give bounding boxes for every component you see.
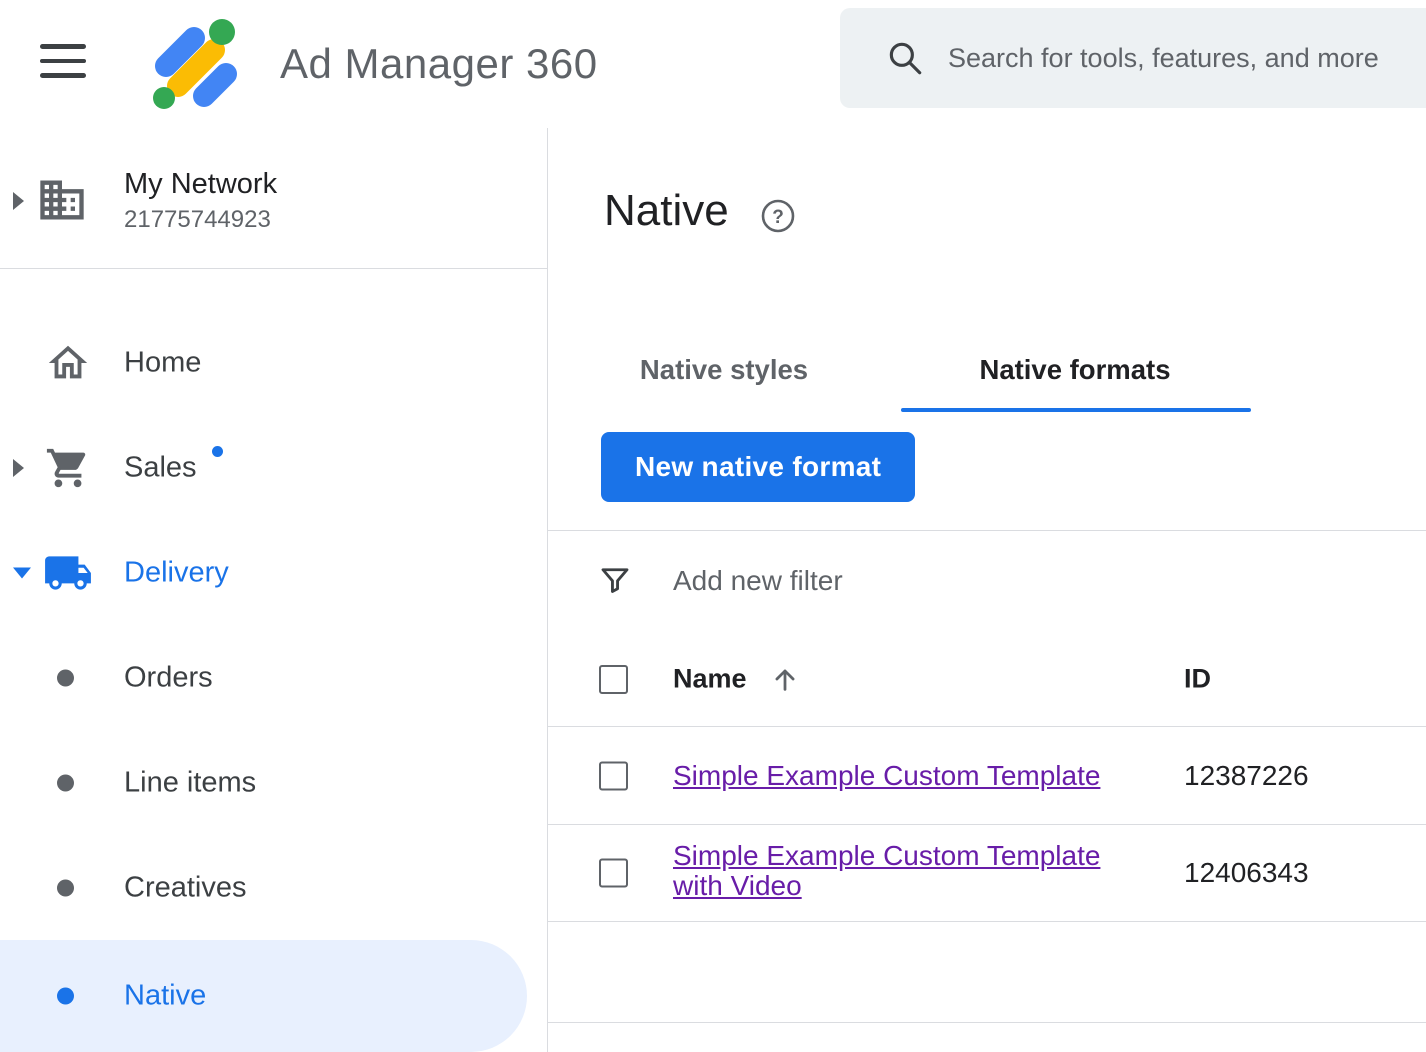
menu-icon[interactable] [40, 44, 86, 84]
sidebar-item-label: Home [124, 346, 201, 379]
sidebar-item-label: Creatives [124, 871, 247, 904]
svg-text:?: ? [772, 207, 784, 228]
bullet-icon [57, 879, 74, 896]
ad-manager-logo[interactable] [148, 14, 244, 110]
main-content: Native ? Native styles Native formats Ne… [547, 128, 1426, 1052]
tab-bar: Native styles Native formats [548, 338, 1426, 402]
chevron-down-icon[interactable] [13, 567, 31, 578]
divider [548, 1022, 1426, 1023]
chevron-right-icon[interactable] [13, 192, 24, 210]
select-all-checkbox[interactable] [599, 665, 628, 694]
top-app-bar: Ad Manager 360 [0, 0, 1426, 128]
sidebar-item-line-items[interactable]: Line items [0, 730, 547, 835]
table-row: Simple Example Custom Template with Vide… [548, 825, 1426, 922]
sort-ascending-icon[interactable] [770, 664, 800, 694]
native-format-id: 12387226 [1184, 760, 1309, 792]
sidebar-item-native[interactable]: Native [0, 940, 547, 1052]
sidebar-item-home[interactable]: Home [0, 310, 547, 415]
network-building-icon [36, 174, 88, 226]
bullet-icon [57, 988, 74, 1005]
native-format-link[interactable]: Simple Example Custom Template [673, 761, 1100, 791]
home-icon [42, 337, 94, 389]
network-id: 21775744923 [124, 206, 271, 234]
sidebar-item-label: Delivery [124, 556, 229, 589]
sidebar-item-label: Sales [124, 451, 197, 484]
row-checkbox[interactable] [599, 761, 628, 790]
global-search[interactable] [840, 8, 1426, 108]
active-tab-indicator [901, 408, 1251, 412]
truck-icon [42, 547, 94, 599]
sidebar-item-delivery[interactable]: Delivery [0, 520, 547, 625]
network-selector[interactable]: My Network 21775744923 [0, 128, 547, 268]
chevron-right-icon[interactable] [13, 459, 24, 477]
sidebar-item-sales[interactable]: Sales [0, 415, 547, 520]
sidebar-item-label: Orders [124, 661, 213, 694]
sidebar-item-orders[interactable]: Orders [0, 625, 547, 730]
native-format-link[interactable]: Simple Example Custom Template with Vide… [673, 841, 1143, 901]
page-title: Native [604, 186, 729, 236]
tab-native-styles[interactable]: Native styles [630, 338, 818, 402]
sidebar-item-label: Native [124, 980, 206, 1013]
app-title: Ad Manager 360 [280, 0, 598, 128]
sidebar: My Network 21775744923 Home Sales Delive… [0, 128, 547, 1052]
new-native-format-button[interactable]: New native format [601, 432, 915, 502]
bullet-icon [57, 774, 74, 791]
cart-icon [42, 442, 94, 494]
search-input[interactable] [948, 43, 1426, 74]
column-header-name[interactable]: Name [673, 664, 747, 695]
notification-dot [212, 446, 223, 457]
filter-funnel-icon [597, 563, 633, 599]
native-format-id: 12406343 [1184, 857, 1309, 889]
active-item-highlight [0, 940, 527, 1052]
tab-native-formats[interactable]: Native formats [967, 338, 1183, 402]
row-checkbox[interactable] [599, 859, 628, 888]
table-row: Simple Example Custom Template 12387226 [548, 727, 1426, 825]
filter-bar[interactable]: Add new filter [548, 530, 1426, 632]
bullet-icon [57, 669, 74, 686]
sidebar-item-label: Line items [124, 766, 256, 799]
table-header: Name ID [548, 632, 1426, 727]
search-icon [884, 37, 926, 79]
column-header-id[interactable]: ID [1184, 664, 1211, 695]
help-icon[interactable]: ? [760, 198, 796, 234]
sidebar-item-creatives[interactable]: Creatives [0, 835, 547, 940]
sidebar-divider [0, 268, 547, 269]
add-filter-label[interactable]: Add new filter [673, 565, 843, 597]
network-name: My Network [124, 168, 277, 201]
